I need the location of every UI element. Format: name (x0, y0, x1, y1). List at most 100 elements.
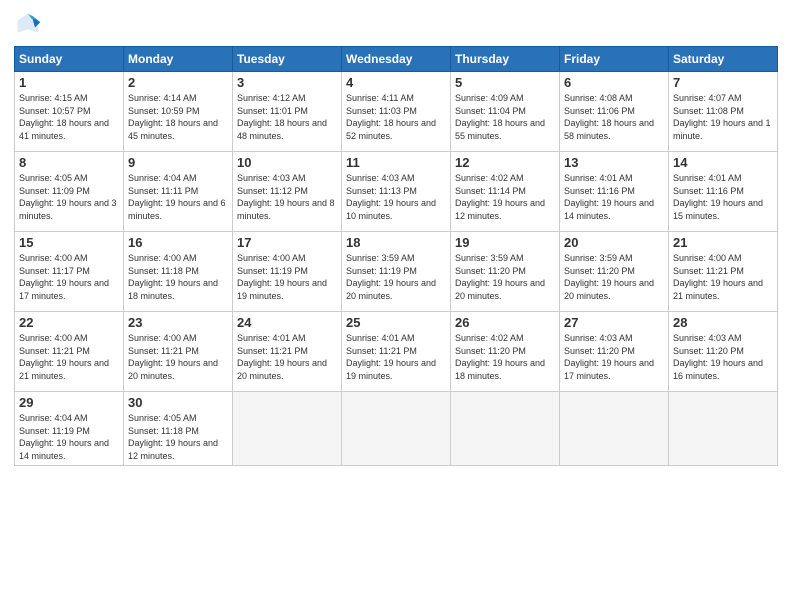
day-number: 3 (237, 75, 337, 90)
day-number: 27 (564, 315, 664, 330)
calendar-cell: 13 Sunrise: 4:01 AM Sunset: 11:16 PM Day… (560, 152, 669, 232)
logo (14, 10, 46, 38)
calendar-cell: 7 Sunrise: 4:07 AM Sunset: 11:08 PM Dayl… (669, 72, 778, 152)
calendar-cell: 24 Sunrise: 4:01 AM Sunset: 11:21 PM Day… (233, 312, 342, 392)
logo-icon (14, 10, 42, 38)
day-number: 16 (128, 235, 228, 250)
day-info: Sunrise: 4:04 AM Sunset: 11:11 PM Daylig… (128, 172, 228, 222)
calendar-cell (560, 392, 669, 466)
calendar-header-friday: Friday (560, 47, 669, 72)
day-number: 30 (128, 395, 228, 410)
calendar-cell: 25 Sunrise: 4:01 AM Sunset: 11:21 PM Day… (342, 312, 451, 392)
day-number: 2 (128, 75, 228, 90)
calendar-cell: 23 Sunrise: 4:00 AM Sunset: 11:21 PM Day… (124, 312, 233, 392)
day-info: Sunrise: 4:03 AM Sunset: 11:20 PM Daylig… (564, 332, 664, 382)
day-info: Sunrise: 4:01 AM Sunset: 11:16 PM Daylig… (564, 172, 664, 222)
calendar-cell: 18 Sunrise: 3:59 AM Sunset: 11:19 PM Day… (342, 232, 451, 312)
day-info: Sunrise: 3:59 AM Sunset: 11:20 PM Daylig… (455, 252, 555, 302)
day-info: Sunrise: 4:14 AM Sunset: 10:59 PM Daylig… (128, 92, 228, 142)
day-number: 5 (455, 75, 555, 90)
day-number: 22 (19, 315, 119, 330)
day-number: 15 (19, 235, 119, 250)
calendar-cell: 2 Sunrise: 4:14 AM Sunset: 10:59 PM Dayl… (124, 72, 233, 152)
day-number: 8 (19, 155, 119, 170)
day-number: 24 (237, 315, 337, 330)
calendar-cell: 30 Sunrise: 4:05 AM Sunset: 11:18 PM Day… (124, 392, 233, 466)
calendar-cell (669, 392, 778, 466)
day-info: Sunrise: 4:05 AM Sunset: 11:09 PM Daylig… (19, 172, 119, 222)
calendar-cell: 22 Sunrise: 4:00 AM Sunset: 11:21 PM Day… (15, 312, 124, 392)
day-info: Sunrise: 4:05 AM Sunset: 11:18 PM Daylig… (128, 412, 228, 462)
calendar-cell: 19 Sunrise: 3:59 AM Sunset: 11:20 PM Day… (451, 232, 560, 312)
day-info: Sunrise: 4:11 AM Sunset: 11:03 PM Daylig… (346, 92, 446, 142)
calendar-header-monday: Monday (124, 47, 233, 72)
calendar-cell: 28 Sunrise: 4:03 AM Sunset: 11:20 PM Day… (669, 312, 778, 392)
day-info: Sunrise: 4:08 AM Sunset: 11:06 PM Daylig… (564, 92, 664, 142)
day-info: Sunrise: 4:00 AM Sunset: 11:17 PM Daylig… (19, 252, 119, 302)
calendar-header-sunday: Sunday (15, 47, 124, 72)
day-number: 20 (564, 235, 664, 250)
day-info: Sunrise: 4:01 AM Sunset: 11:21 PM Daylig… (346, 332, 446, 382)
day-info: Sunrise: 4:01 AM Sunset: 11:21 PM Daylig… (237, 332, 337, 382)
day-number: 29 (19, 395, 119, 410)
page: SundayMondayTuesdayWednesdayThursdayFrid… (0, 0, 792, 612)
calendar-cell: 15 Sunrise: 4:00 AM Sunset: 11:17 PM Day… (15, 232, 124, 312)
calendar-header-thursday: Thursday (451, 47, 560, 72)
calendar-cell: 17 Sunrise: 4:00 AM Sunset: 11:19 PM Day… (233, 232, 342, 312)
calendar-cell: 10 Sunrise: 4:03 AM Sunset: 11:12 PM Day… (233, 152, 342, 232)
calendar-cell: 5 Sunrise: 4:09 AM Sunset: 11:04 PM Dayl… (451, 72, 560, 152)
day-info: Sunrise: 4:09 AM Sunset: 11:04 PM Daylig… (455, 92, 555, 142)
day-number: 17 (237, 235, 337, 250)
day-number: 14 (673, 155, 773, 170)
calendar-cell: 26 Sunrise: 4:02 AM Sunset: 11:20 PM Day… (451, 312, 560, 392)
calendar-cell: 8 Sunrise: 4:05 AM Sunset: 11:09 PM Dayl… (15, 152, 124, 232)
calendar-cell: 1 Sunrise: 4:15 AM Sunset: 10:57 PM Dayl… (15, 72, 124, 152)
calendar-header-wednesday: Wednesday (342, 47, 451, 72)
day-info: Sunrise: 4:03 AM Sunset: 11:12 PM Daylig… (237, 172, 337, 222)
calendar-cell: 12 Sunrise: 4:02 AM Sunset: 11:14 PM Day… (451, 152, 560, 232)
day-info: Sunrise: 4:07 AM Sunset: 11:08 PM Daylig… (673, 92, 773, 142)
day-number: 21 (673, 235, 773, 250)
day-info: Sunrise: 4:04 AM Sunset: 11:19 PM Daylig… (19, 412, 119, 462)
calendar-cell: 16 Sunrise: 4:00 AM Sunset: 11:18 PM Day… (124, 232, 233, 312)
day-info: Sunrise: 4:00 AM Sunset: 11:18 PM Daylig… (128, 252, 228, 302)
day-info: Sunrise: 4:02 AM Sunset: 11:14 PM Daylig… (455, 172, 555, 222)
day-number: 25 (346, 315, 446, 330)
calendar-table: SundayMondayTuesdayWednesdayThursdayFrid… (14, 46, 778, 466)
day-number: 11 (346, 155, 446, 170)
calendar-header-tuesday: Tuesday (233, 47, 342, 72)
day-info: Sunrise: 4:00 AM Sunset: 11:21 PM Daylig… (19, 332, 119, 382)
calendar-header-saturday: Saturday (669, 47, 778, 72)
day-number: 7 (673, 75, 773, 90)
calendar-header-row: SundayMondayTuesdayWednesdayThursdayFrid… (15, 47, 778, 72)
day-info: Sunrise: 3:59 AM Sunset: 11:20 PM Daylig… (564, 252, 664, 302)
calendar-cell: 4 Sunrise: 4:11 AM Sunset: 11:03 PM Dayl… (342, 72, 451, 152)
day-info: Sunrise: 4:00 AM Sunset: 11:19 PM Daylig… (237, 252, 337, 302)
day-info: Sunrise: 4:01 AM Sunset: 11:16 PM Daylig… (673, 172, 773, 222)
calendar-cell: 29 Sunrise: 4:04 AM Sunset: 11:19 PM Day… (15, 392, 124, 466)
day-number: 6 (564, 75, 664, 90)
day-number: 1 (19, 75, 119, 90)
day-number: 12 (455, 155, 555, 170)
day-number: 4 (346, 75, 446, 90)
day-info: Sunrise: 4:03 AM Sunset: 11:20 PM Daylig… (673, 332, 773, 382)
calendar-cell: 6 Sunrise: 4:08 AM Sunset: 11:06 PM Dayl… (560, 72, 669, 152)
day-info: Sunrise: 4:00 AM Sunset: 11:21 PM Daylig… (673, 252, 773, 302)
day-info: Sunrise: 4:03 AM Sunset: 11:13 PM Daylig… (346, 172, 446, 222)
day-info: Sunrise: 4:12 AM Sunset: 11:01 PM Daylig… (237, 92, 337, 142)
day-number: 10 (237, 155, 337, 170)
day-info: Sunrise: 4:02 AM Sunset: 11:20 PM Daylig… (455, 332, 555, 382)
calendar-cell (451, 392, 560, 466)
calendar-cell: 21 Sunrise: 4:00 AM Sunset: 11:21 PM Day… (669, 232, 778, 312)
calendar-cell (342, 392, 451, 466)
calendar-cell: 3 Sunrise: 4:12 AM Sunset: 11:01 PM Dayl… (233, 72, 342, 152)
header (14, 10, 778, 38)
day-info: Sunrise: 3:59 AM Sunset: 11:19 PM Daylig… (346, 252, 446, 302)
day-number: 19 (455, 235, 555, 250)
day-info: Sunrise: 4:00 AM Sunset: 11:21 PM Daylig… (128, 332, 228, 382)
calendar-cell: 14 Sunrise: 4:01 AM Sunset: 11:16 PM Day… (669, 152, 778, 232)
calendar-cell: 20 Sunrise: 3:59 AM Sunset: 11:20 PM Day… (560, 232, 669, 312)
day-number: 18 (346, 235, 446, 250)
day-info: Sunrise: 4:15 AM Sunset: 10:57 PM Daylig… (19, 92, 119, 142)
calendar-cell (233, 392, 342, 466)
